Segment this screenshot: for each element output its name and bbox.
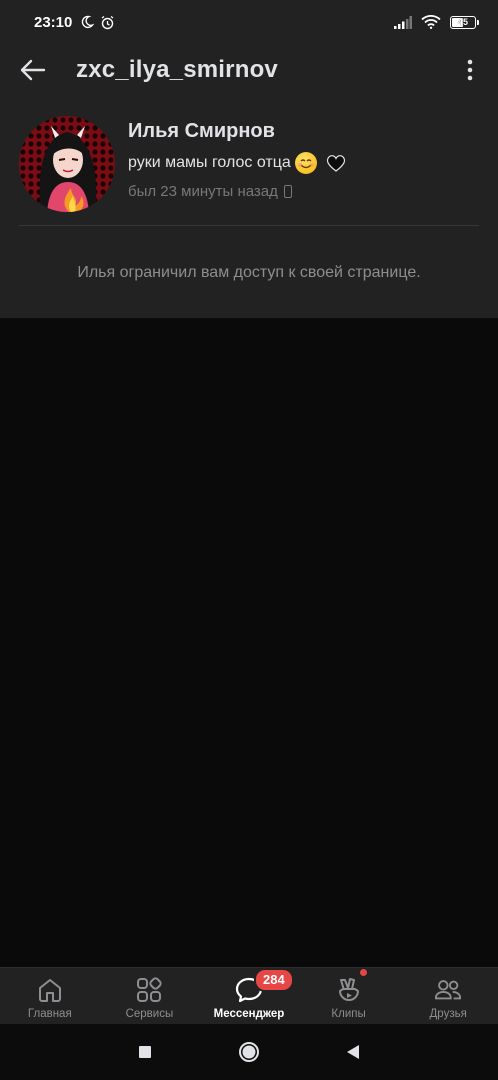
header: zxc_ilya_smirnov bbox=[0, 44, 498, 96]
screen: 23:10 45 zxc_ilya_smirnov Илья Смирнов р… bbox=[0, 0, 498, 1080]
square-icon bbox=[139, 1046, 151, 1058]
moon-icon bbox=[82, 15, 95, 29]
system-navigation-bar bbox=[0, 1024, 498, 1080]
circle-icon bbox=[239, 1042, 259, 1062]
status-bar: 23:10 45 bbox=[0, 0, 498, 44]
profile-status: руки мамы голос отца bbox=[128, 152, 347, 174]
profile-name: Илья Смирнов bbox=[128, 120, 275, 142]
smiling-emoji-icon bbox=[294, 152, 317, 174]
last-seen-text: был 23 минуты назад bbox=[128, 183, 278, 200]
tab-friends-label: Друзья bbox=[429, 1008, 467, 1020]
restricted-access-message: Илья ограничил вам доступ к своей страни… bbox=[77, 264, 421, 281]
signal-icon bbox=[394, 15, 412, 29]
tab-services-label: Сервисы bbox=[125, 1008, 174, 1020]
profile-status-text: руки мамы голос отца bbox=[128, 154, 291, 171]
page-title: zxc_ilya_smirnov bbox=[76, 56, 278, 83]
friends-icon bbox=[433, 975, 463, 1005]
clips-notification-dot bbox=[359, 969, 367, 976]
tab-clips-label: Клипы bbox=[331, 1008, 366, 1020]
clips-icon bbox=[334, 975, 364, 1005]
home-button[interactable] bbox=[197, 1024, 301, 1080]
tab-services[interactable]: Сервисы bbox=[100, 968, 200, 1024]
alarm-icon bbox=[101, 15, 114, 29]
battery-level: 45 bbox=[457, 17, 468, 27]
tab-friends[interactable]: Друзья bbox=[398, 968, 498, 1024]
status-time: 23:10 bbox=[34, 13, 73, 31]
avatar-image bbox=[19, 116, 115, 212]
tab-messenger[interactable]: 284 Мессенджер bbox=[199, 968, 299, 1024]
last-seen: был 23 минуты назад bbox=[128, 183, 292, 200]
avatar[interactable] bbox=[19, 116, 115, 212]
tab-messenger-label: Мессенджер bbox=[213, 1008, 285, 1020]
recents-button[interactable] bbox=[93, 1024, 197, 1080]
system-back-button[interactable] bbox=[301, 1024, 405, 1080]
arrow-left-icon bbox=[20, 59, 46, 81]
messenger-badge: 284 bbox=[253, 968, 294, 992]
black-heart-icon bbox=[326, 155, 345, 172]
status-icons-left bbox=[80, 15, 115, 30]
wifi-icon bbox=[421, 15, 441, 29]
mobile-phone-icon bbox=[283, 185, 292, 198]
divider bbox=[19, 225, 479, 226]
more-button[interactable] bbox=[442, 44, 498, 96]
home-icon bbox=[35, 975, 65, 1005]
triangle-back-icon bbox=[347, 1045, 359, 1059]
profile-card: Илья Смирнов руки мамы голос отца был 23… bbox=[0, 96, 498, 318]
tab-home[interactable]: Главная bbox=[0, 968, 100, 1024]
tab-clips[interactable]: Клипы bbox=[299, 968, 399, 1024]
more-vertical-icon bbox=[467, 59, 473, 81]
battery-icon: 45 bbox=[450, 15, 479, 29]
tab-bar: Главная Сервисы 284 Мессенджер Клипы Дру… bbox=[0, 967, 498, 1024]
back-button[interactable] bbox=[0, 44, 66, 96]
services-icon bbox=[134, 975, 164, 1005]
tab-home-label: Главная bbox=[27, 1008, 72, 1020]
status-icons-right: 45 bbox=[394, 15, 479, 29]
